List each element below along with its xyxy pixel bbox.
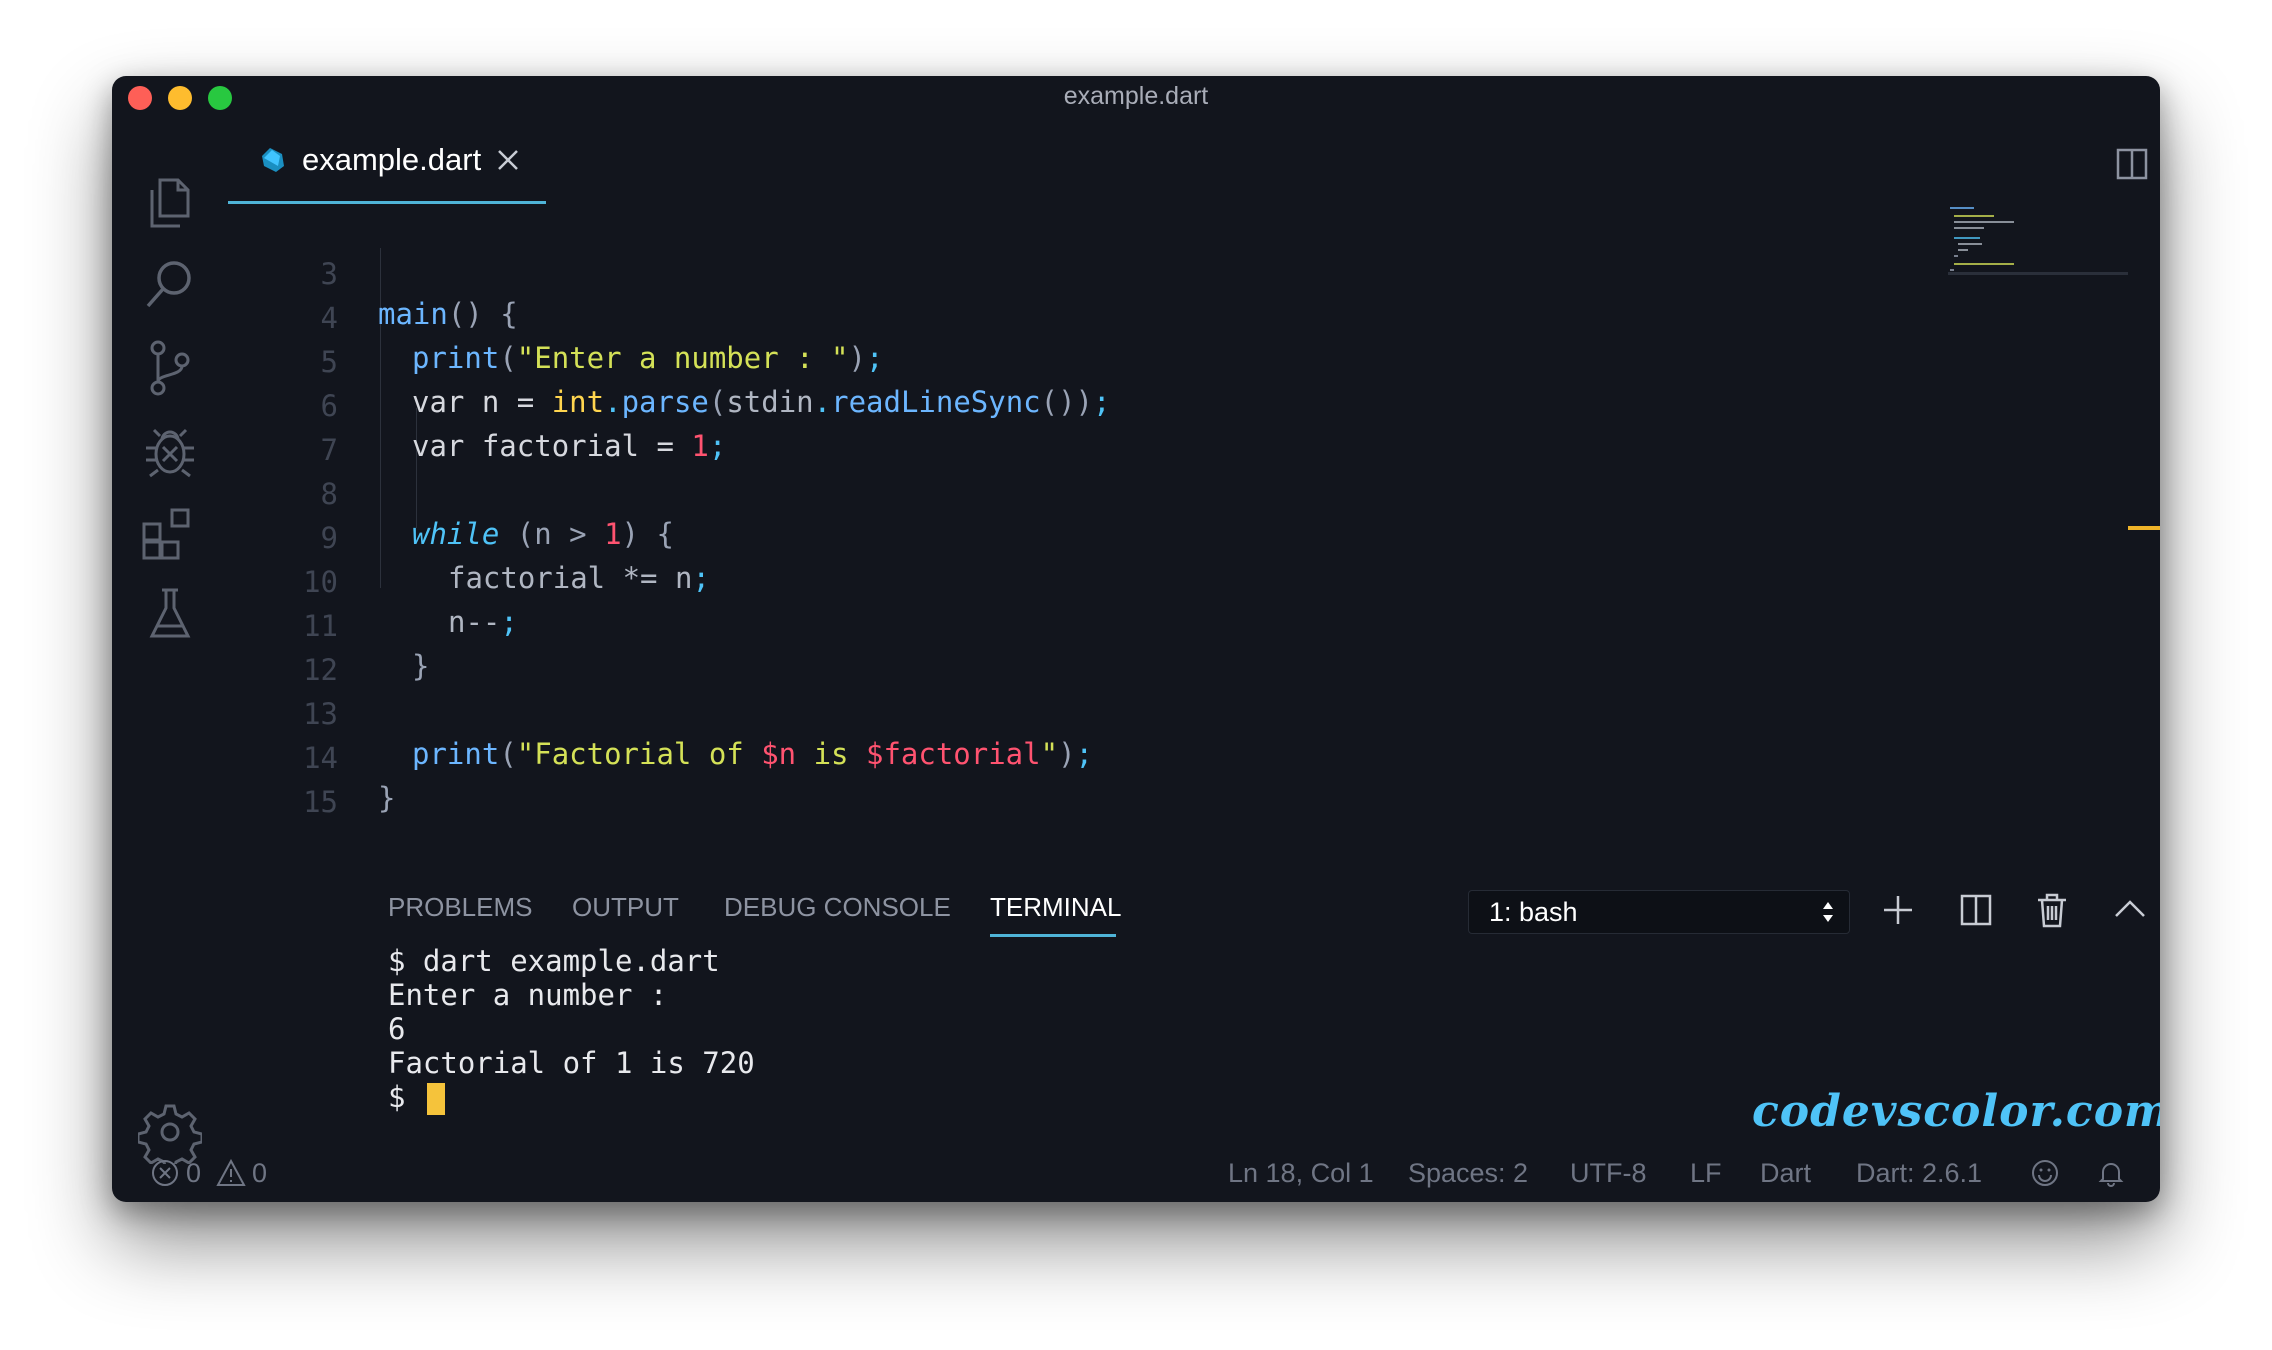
trash-icon[interactable]	[2030, 888, 2074, 932]
scrollbar-marker	[2128, 526, 2160, 530]
close-icon[interactable]	[494, 146, 522, 174]
dart-icon	[262, 148, 284, 172]
code-line: 3 main() {	[320, 257, 518, 331]
minimap-slider[interactable]	[1948, 272, 2128, 275]
warning-icon[interactable]	[216, 1158, 246, 1188]
code-line: 9 factorial *= n;	[320, 521, 710, 595]
bell-icon[interactable]	[2096, 1158, 2126, 1188]
code-line: 15	[303, 785, 338, 819]
tab-terminal[interactable]: TERMINAL	[990, 892, 1121, 923]
status-bar: 0 0 Ln 18, Col 1 Spaces: 2 UTF-8 LF Dart…	[112, 1146, 2160, 1202]
tab-problems[interactable]: PROBLEMS	[388, 892, 533, 923]
chevron-updown-icon	[1823, 902, 1833, 922]
terminal-line: $ dart example.dart	[388, 944, 720, 978]
code-line: 13 print("Factorial of $n is $factorial"…	[303, 697, 1093, 771]
search-icon[interactable]	[138, 252, 202, 316]
encoding[interactable]: UTF-8	[1570, 1158, 1647, 1189]
end-of-line[interactable]: LF	[1690, 1158, 1722, 1189]
terminal-line: Enter a number :	[388, 978, 668, 1012]
split-editor-icon[interactable]	[2112, 144, 2152, 184]
tab-debug-console[interactable]: DEBUG CONSOLE	[724, 892, 951, 923]
warning-count[interactable]: 0	[252, 1158, 267, 1189]
terminal-line: 6	[388, 1012, 406, 1046]
code-line: 14 }	[303, 741, 396, 815]
tab-example-dart[interactable]: example.dart	[228, 118, 546, 204]
code-line: 7	[320, 433, 338, 467]
terminal-line: Factorial of 1 is 720	[388, 1046, 755, 1080]
files-icon[interactable]	[138, 170, 202, 234]
terminal-cursor	[426, 1083, 445, 1115]
error-icon[interactable]	[150, 1158, 180, 1188]
language-mode[interactable]: Dart	[1760, 1158, 1811, 1189]
dart-sdk-version[interactable]: Dart: 2.6.1	[1856, 1158, 1982, 1189]
code-line: 10 n--;	[303, 565, 518, 639]
title-bar: example.dart	[112, 76, 2160, 118]
window-title: example.dart	[1063, 82, 1209, 110]
code-editor[interactable]: 3 main() { 4 print("Enter a number : ");…	[228, 214, 2048, 874]
code-line: 11 }	[303, 609, 430, 683]
smiley-icon[interactable]	[2030, 1158, 2060, 1188]
split-terminal-icon[interactable]	[1954, 888, 1998, 932]
extensions-icon[interactable]	[138, 502, 202, 566]
code-line: 5 var n = int.parse(stdin.readLineSync()…	[320, 345, 1111, 419]
add-terminal-icon[interactable]	[1876, 888, 1920, 932]
tab-label: example.dart	[302, 142, 482, 177]
debug-icon[interactable]	[138, 418, 202, 482]
watermark: codevscolor.com	[1752, 1086, 2160, 1137]
terminal-prompt: $	[388, 1080, 445, 1115]
editor-tab-bar: example.dart	[228, 118, 2160, 204]
error-count[interactable]: 0	[186, 1158, 201, 1189]
chevron-up-icon[interactable]	[2108, 888, 2152, 932]
cursor-position[interactable]: Ln 18, Col 1	[1228, 1158, 1374, 1189]
source-control-icon[interactable]	[138, 336, 202, 400]
terminal-select-value: 1: bash	[1489, 897, 1578, 927]
tab-output[interactable]: OUTPUT	[572, 892, 679, 923]
code-line: 4 print("Enter a number : ");	[320, 301, 884, 375]
indentation[interactable]: Spaces: 2	[1408, 1158, 1528, 1189]
panel-tab-bar: PROBLEMS OUTPUT DEBUG CONSOLE TERMINAL 1…	[228, 864, 2160, 937]
code-line: 6 var factorial = 1;	[320, 389, 727, 463]
test-flask-icon[interactable]	[138, 582, 202, 646]
terminal-select[interactable]: 1: bash	[1468, 890, 1850, 934]
active-tab-indicator	[990, 934, 1116, 937]
code-line: 12	[303, 653, 338, 687]
activity-bar	[112, 118, 228, 1202]
vscode-window: example.dart example.dart 3 main() {4 p…	[112, 76, 2160, 1202]
code-line: 8 while (n > 1) {	[320, 477, 674, 551]
minimap[interactable]	[1948, 204, 2128, 274]
